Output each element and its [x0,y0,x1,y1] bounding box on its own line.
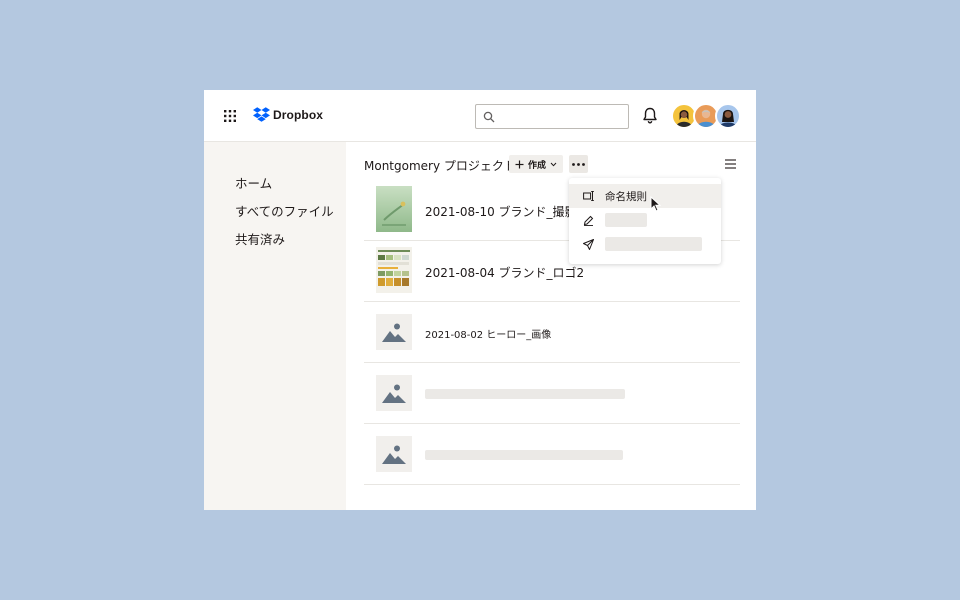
sidebar: ホーム すべてのファイル 共有済み [204,142,346,510]
file-row[interactable]: 2021-08-02 ヒーロー_画像 [364,302,740,363]
palette-thumbnail [376,247,412,293]
rename-pencil-icon [583,215,594,226]
more-options-button[interactable] [569,155,588,173]
file-name-placeholder [425,450,623,460]
image-placeholder-icon [376,375,412,411]
app-grid-icon[interactable] [224,110,236,122]
menu-item-label: 命名規則 [605,191,647,203]
menu-label-placeholder [605,213,647,227]
ellipsis-icon [572,162,585,166]
mouse-pointer-icon [650,196,661,212]
folder-header: Montgomery プロジェクト 作成 [364,154,740,176]
photo-thumbnail [376,186,412,232]
chevron-down-icon [550,162,557,166]
file-row[interactable] [364,424,740,485]
more-options-menu: 命名規則 [569,178,721,264]
image-placeholder-icon [376,314,412,350]
top-bar: Dropbox [204,90,756,142]
sidebar-item-all-files[interactable]: すべてのファイル [235,201,334,220]
avatar[interactable] [715,103,741,129]
sidebar-item-shared[interactable]: 共有済み [235,229,285,248]
file-row[interactable] [364,363,740,424]
create-button[interactable]: 作成 [509,155,564,173]
menu-item-naming-convention[interactable]: 命名規則 [569,184,721,208]
image-placeholder-icon [376,436,412,472]
file-name[interactable]: 2021-08-10 ブランド_撮影 [425,203,577,220]
dropbox-box-icon [253,107,270,122]
naming-convention-icon [583,191,594,201]
brand-name: Dropbox [273,107,324,122]
menu-item-rename[interactable] [569,208,721,232]
file-name[interactable]: 2021-08-02 ヒーロー_画像 [425,326,551,341]
search-icon [483,111,495,123]
create-button-label: 作成 [528,160,547,171]
menu-item-send[interactable] [569,232,721,256]
file-name[interactable]: 2021-08-04 ブランド_ロゴ2 [425,264,584,281]
menu-label-placeholder [605,237,702,251]
plus-icon [515,160,524,168]
search-input[interactable] [475,104,629,129]
dropbox-logo[interactable]: Dropbox [253,107,323,122]
sidebar-item-home[interactable]: ホーム [235,173,272,192]
folder-title: Montgomery プロジェクト [364,159,516,173]
file-name-placeholder [425,389,625,399]
send-icon [583,239,594,250]
dropbox-window: Dropbox ホーム すべてのファイル 共有済み Montgomery プロジ… [204,90,756,510]
bell-icon[interactable] [642,107,658,124]
list-view-icon[interactable] [725,159,736,169]
